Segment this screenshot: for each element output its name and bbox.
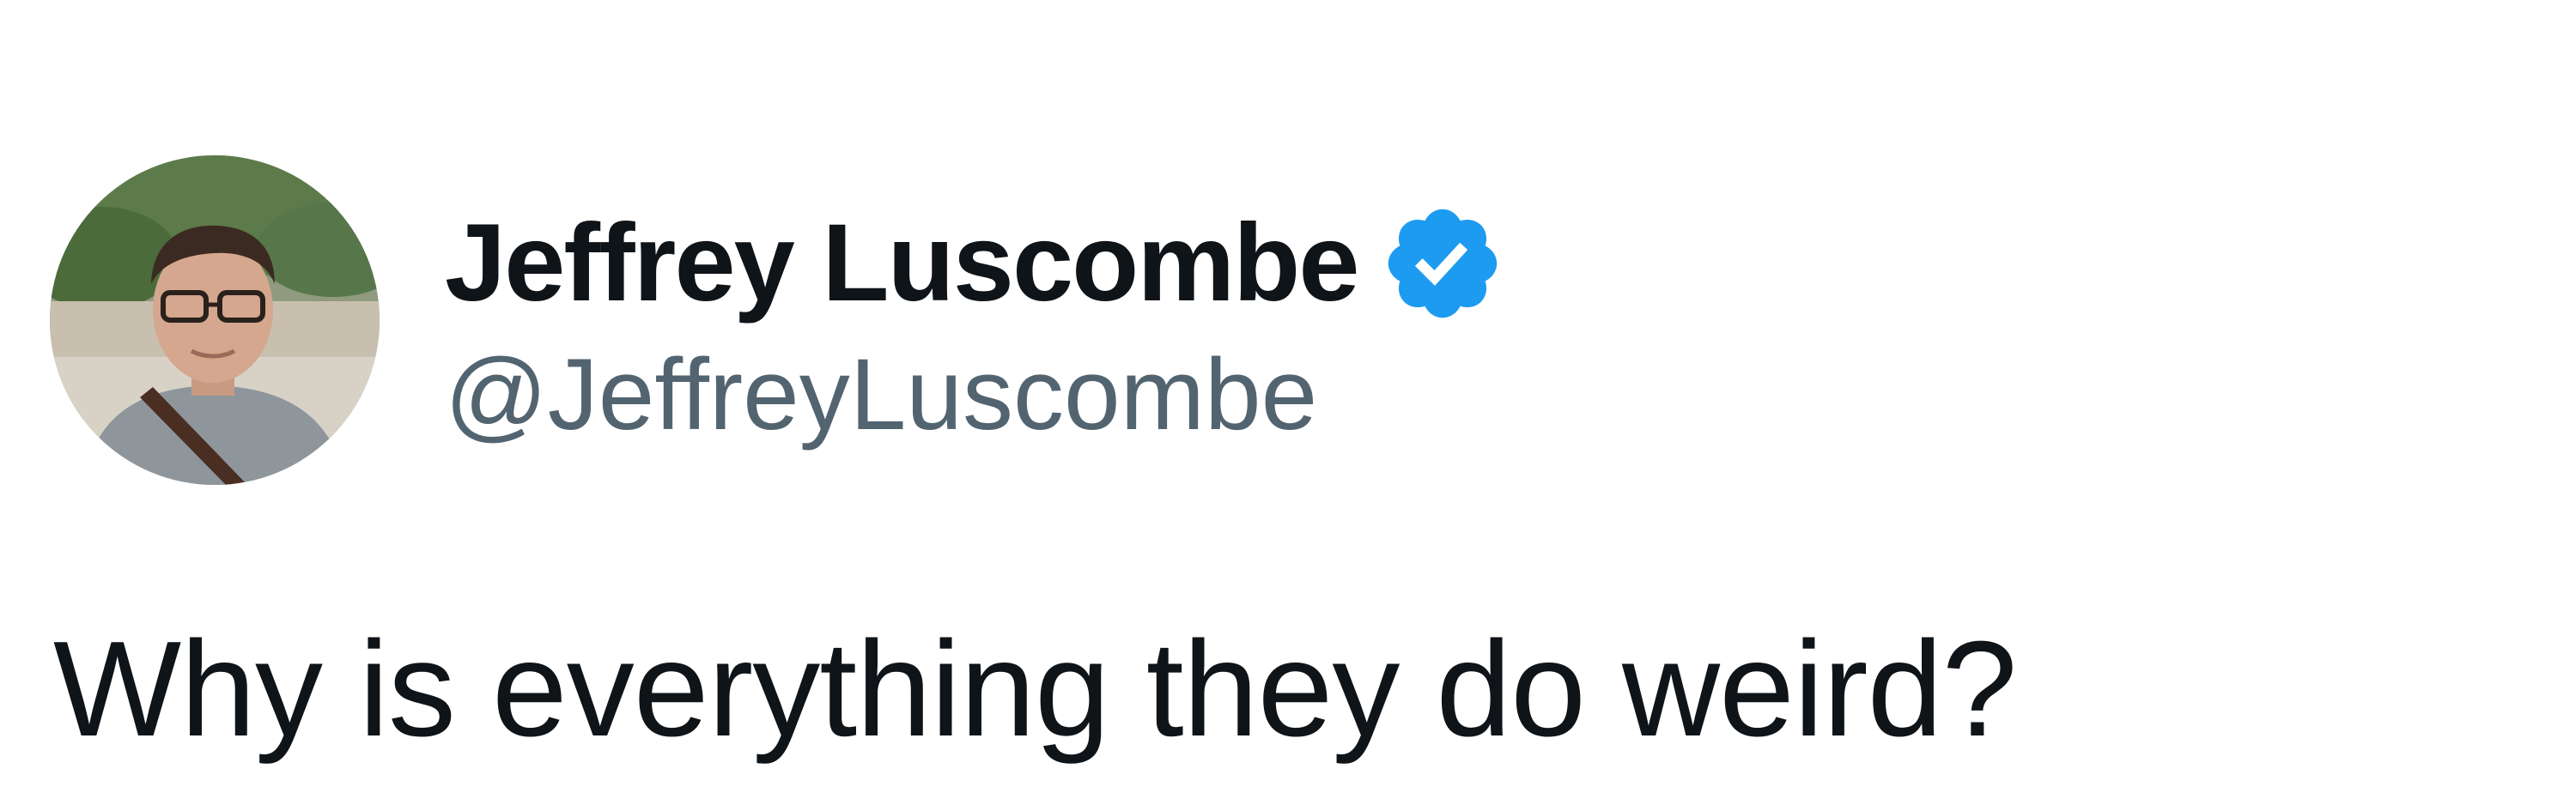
- author-names: Jeffrey Luscombe @JeffreyLuscombe: [445, 195, 1506, 445]
- tweet-header: Jeffrey Luscombe @JeffreyLuscombe: [50, 153, 1506, 487]
- avatar-photo: [50, 155, 380, 485]
- tweet-card: Jeffrey Luscombe @JeffreyLuscombe Why is…: [0, 0, 2576, 811]
- display-name-row: Jeffrey Luscombe: [445, 195, 1506, 332]
- avatar[interactable]: [50, 155, 380, 485]
- user-handle[interactable]: @JeffreyLuscombe: [445, 344, 1506, 445]
- display-name[interactable]: Jeffrey Luscombe: [445, 209, 1359, 318]
- tweet-text: Why is everything they do weird?: [53, 614, 2017, 765]
- verified-badge-icon[interactable]: [1379, 200, 1506, 327]
